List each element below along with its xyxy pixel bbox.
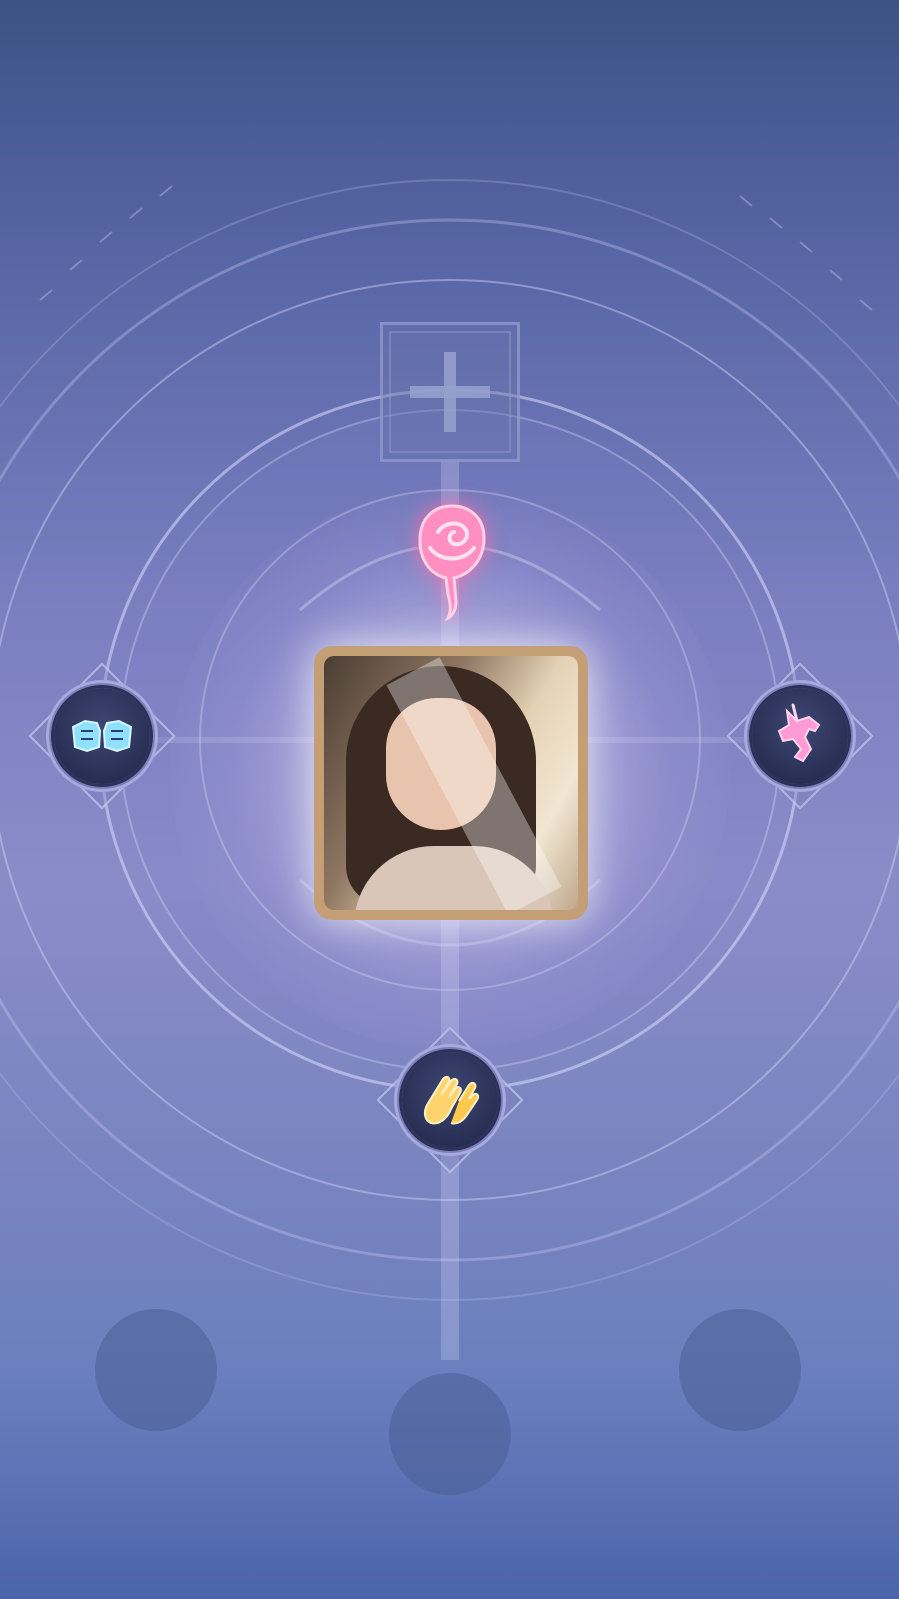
fist-bump-icon <box>71 719 133 753</box>
emote-fist-bump[interactable] <box>28 662 176 810</box>
empty-emote-slot-left[interactable] <box>95 1309 217 1431</box>
empty-emote-slot-right[interactable] <box>679 1309 801 1431</box>
clapping-hands-icon <box>423 1075 480 1125</box>
plus-icon <box>410 352 490 432</box>
rose-icon[interactable] <box>412 498 492 622</box>
avatar-photo <box>324 656 578 910</box>
emote-wheel-scene <box>0 0 899 1599</box>
emote-unicorn[interactable] <box>726 662 874 810</box>
unicorn-icon <box>777 703 821 763</box>
empty-emote-slot-center[interactable] <box>389 1373 511 1495</box>
emote-clapping-hands[interactable] <box>376 1026 524 1174</box>
player-avatar[interactable] <box>314 646 588 920</box>
add-emote-slot[interactable] <box>380 322 520 462</box>
